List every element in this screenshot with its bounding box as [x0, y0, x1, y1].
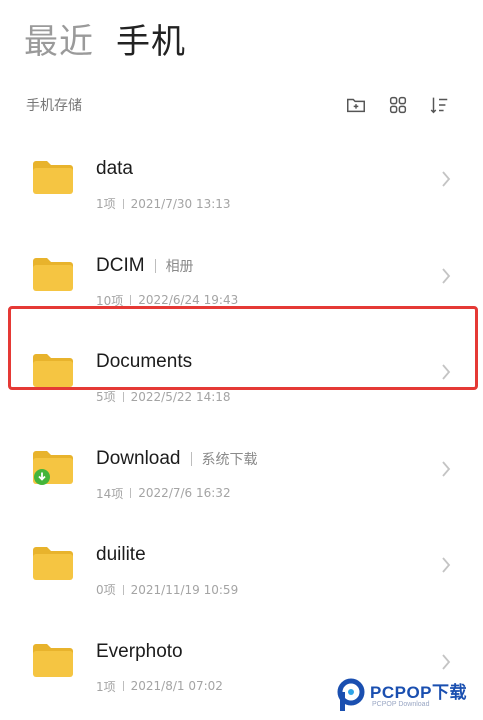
folder-title-line: duilite [96, 544, 146, 566]
modified-date: 2021/7/30 13:13 [130, 196, 231, 211]
item-count: 14项 [96, 486, 124, 501]
folder-alias: 系统下载 [201, 451, 258, 468]
header-tabs: 最近 手机 [24, 14, 186, 63]
folder-name: Download [96, 447, 181, 469]
folder-title-line: Everphoto [96, 641, 183, 663]
separator [122, 681, 124, 691]
folder-alias: 相册 [165, 258, 194, 275]
item-count: 0项 [96, 583, 116, 597]
storage-toolbar: 手机存储 [24, 92, 454, 120]
separator [122, 198, 124, 209]
chevron-right-icon [442, 267, 451, 284]
chevron-right-icon [442, 653, 451, 670]
item-count: 1项 [96, 679, 116, 694]
modified-date: 2021/8/1 07:02 [130, 679, 223, 693]
item-count: 10项 [96, 293, 124, 308]
chevron-right-icon [442, 171, 451, 187]
separator [154, 258, 156, 273]
folder-meta: 1项 2021/8/1 07:02 [96, 678, 223, 695]
watermark-text: PCPOP下载 [370, 683, 468, 702]
item-count: 5项 [96, 390, 116, 404]
folder-row-data[interactable]: data 1项 2021/7/30 13:13 [0, 138, 483, 234]
separator [122, 391, 124, 402]
folder-name: DCIM [96, 254, 145, 276]
folder-row-documents[interactable]: Documents 5项 2022/5/22 14:18 [0, 331, 483, 427]
folder-icon [33, 643, 73, 677]
modified-date: 2021/11/19 10:59 [130, 582, 239, 597]
folder-name: duilite [96, 544, 146, 565]
folder-icon [33, 161, 73, 194]
folder-meta: 0项 2021/11/19 10:59 [96, 581, 238, 598]
chevron-right-icon [442, 557, 451, 573]
folder-icon [33, 547, 73, 580]
chevron-right-icon [442, 364, 451, 380]
watermark: PCPOP下载 PCPOP Download [330, 674, 480, 718]
tab-recent[interactable]: 最近 [24, 14, 94, 63]
folder-icon [33, 354, 73, 387]
folder-row-duilite[interactable]: duilite 0项 2021/11/19 10:59 [0, 524, 483, 620]
modified-date: 2022/6/24 19:43 [138, 293, 239, 307]
new-folder-icon[interactable] [343, 92, 369, 118]
sort-icon[interactable] [426, 92, 452, 118]
folder-row-download[interactable]: Download 系统下载 14项 2022/7/6 16:32 [0, 428, 483, 524]
folder-name: Documents [96, 351, 193, 372]
separator [190, 451, 192, 466]
folder-title-line: Download 系统下载 [96, 448, 258, 470]
download-folder-icon [33, 450, 73, 485]
folder-title-line: Documents [96, 351, 192, 373]
separator [130, 295, 132, 305]
folder-meta: 5项 2022/5/22 14:18 [96, 388, 231, 405]
folder-icon [33, 257, 73, 291]
watermark-subtext: PCPOP Download [372, 701, 430, 708]
folder-name: data [96, 158, 133, 179]
storage-label: 手机存储 [26, 98, 82, 114]
folder-row-dcim[interactable]: DCIM 相册 10项 2022/6/24 19:43 [0, 235, 483, 331]
folder-name: Everphoto [96, 640, 183, 662]
item-count: 1项 [96, 197, 116, 211]
folder-title-line: data [96, 158, 133, 180]
folder-meta: 14项 2022/7/6 16:32 [96, 485, 231, 502]
tab-phone[interactable]: 手机 [116, 14, 186, 63]
chevron-right-icon [442, 460, 451, 477]
grid-view-icon[interactable] [385, 92, 411, 118]
folder-meta: 10项 2022/6/24 19:43 [96, 292, 238, 309]
separator [122, 584, 124, 595]
separator [130, 488, 132, 498]
folder-title-line: DCIM 相册 [96, 255, 194, 277]
pcpop-logo-icon [337, 678, 365, 711]
modified-date: 2022/5/22 14:18 [130, 389, 231, 404]
folder-meta: 1项 2021/7/30 13:13 [96, 195, 231, 212]
modified-date: 2022/7/6 16:32 [138, 486, 231, 500]
